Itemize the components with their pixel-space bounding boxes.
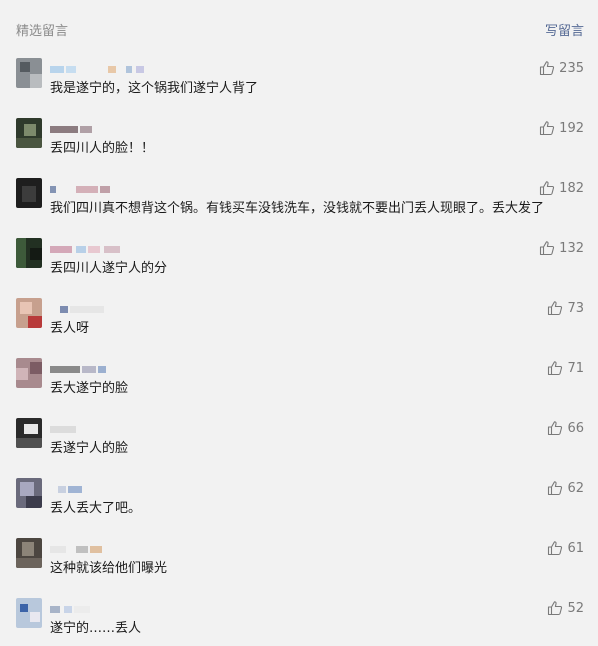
nickname-blurred	[50, 544, 170, 554]
thumbs-up-icon	[540, 241, 555, 256]
comment-item: 我是遂宁的，这个锅我们遂宁人背了 235	[0, 46, 598, 106]
avatar[interactable]	[16, 238, 42, 268]
comment-text: 我们四川真不想背这个锅。有钱买车没钱洗车，没钱就不要出门丢人现眼了。丢大发了	[50, 201, 545, 216]
like-button[interactable]: 192	[539, 120, 584, 136]
like-button[interactable]: 66	[547, 420, 584, 436]
nickname-blurred	[50, 184, 170, 194]
like-button[interactable]: 52	[547, 600, 584, 616]
comment-text: 遂宁的……丢人	[50, 621, 142, 636]
like-button[interactable]: 73	[547, 300, 584, 316]
nickname-blurred	[50, 304, 170, 314]
thumbs-up-icon	[540, 61, 555, 76]
comment-item: 丢四川人的脸！！ 192	[0, 106, 598, 166]
thumbs-up-icon	[540, 121, 555, 136]
like-count: 62	[567, 480, 584, 496]
nickname-blurred	[50, 604, 170, 614]
comment-text: 丢遂宁人的脸	[50, 441, 129, 456]
comment-list: 我是遂宁的，这个锅我们遂宁人背了 235 丢四川人的脸！！ 192 我们四川真不…	[0, 46, 598, 646]
featured-comments-title: 精选留言	[16, 24, 69, 39]
comment-text: 丢四川人遂宁人的分	[50, 261, 168, 276]
thumbs-up-icon	[548, 481, 563, 496]
avatar[interactable]	[16, 178, 42, 208]
nickname-blurred	[50, 64, 170, 74]
write-comment-link[interactable]: 写留言	[545, 20, 584, 39]
thumbs-up-icon	[548, 421, 563, 436]
thumbs-up-icon	[548, 601, 563, 616]
like-button[interactable]: 62	[547, 480, 584, 496]
comment-item: 丢人丢大了吧。 62	[0, 466, 598, 526]
comment-text: 丢人丢大了吧。	[50, 501, 142, 516]
avatar[interactable]	[16, 358, 42, 388]
like-count: 235	[559, 60, 584, 76]
comments-header: 精选留言 写留言	[0, 0, 598, 46]
nickname-blurred	[50, 364, 170, 374]
comment-text: 我是遂宁的，这个锅我们遂宁人背了	[50, 81, 259, 96]
avatar[interactable]	[16, 598, 42, 628]
like-button[interactable]: 71	[547, 360, 584, 376]
nickname-blurred	[50, 424, 170, 434]
thumbs-up-icon	[548, 361, 563, 376]
like-button[interactable]: 61	[547, 540, 584, 556]
comment-item: 丢四川人遂宁人的分 132	[0, 226, 598, 286]
comment-item: 丢大遂宁的脸 71	[0, 346, 598, 406]
comment-item: 这种就该给他们曝光 61	[0, 526, 598, 586]
avatar[interactable]	[16, 298, 42, 328]
comment-item: 遂宁的……丢人 52	[0, 586, 598, 646]
comment-item: 丢人呀 73	[0, 286, 598, 346]
thumbs-up-icon	[540, 181, 555, 196]
like-count: 71	[567, 360, 584, 376]
nickname-blurred	[50, 484, 170, 494]
comment-text: 丢人呀	[50, 321, 90, 336]
like-count: 192	[559, 120, 584, 136]
avatar[interactable]	[16, 58, 42, 88]
nickname-blurred	[50, 244, 170, 254]
avatar[interactable]	[16, 118, 42, 148]
like-button[interactable]: 235	[539, 60, 584, 76]
like-button[interactable]: 132	[539, 240, 584, 256]
like-count: 61	[567, 540, 584, 556]
nickname-blurred	[50, 124, 170, 134]
comment-text: 丢四川人的脸！！	[50, 141, 155, 156]
like-count: 73	[567, 300, 584, 316]
avatar[interactable]	[16, 478, 42, 508]
like-count: 66	[567, 420, 584, 436]
like-button[interactable]: 182	[539, 180, 584, 196]
comment-text: 丢大遂宁的脸	[50, 381, 129, 396]
like-count: 132	[559, 240, 584, 256]
comment-item: 丢遂宁人的脸 66	[0, 406, 598, 466]
comment-item: 我们四川真不想背这个锅。有钱买车没钱洗车，没钱就不要出门丢人现眼了。丢大发了 1…	[0, 166, 598, 226]
thumbs-up-icon	[548, 301, 563, 316]
like-count: 182	[559, 180, 584, 196]
avatar[interactable]	[16, 418, 42, 448]
like-count: 52	[567, 600, 584, 616]
thumbs-up-icon	[548, 541, 563, 556]
comment-text: 这种就该给他们曝光	[50, 561, 168, 576]
avatar[interactable]	[16, 538, 42, 568]
